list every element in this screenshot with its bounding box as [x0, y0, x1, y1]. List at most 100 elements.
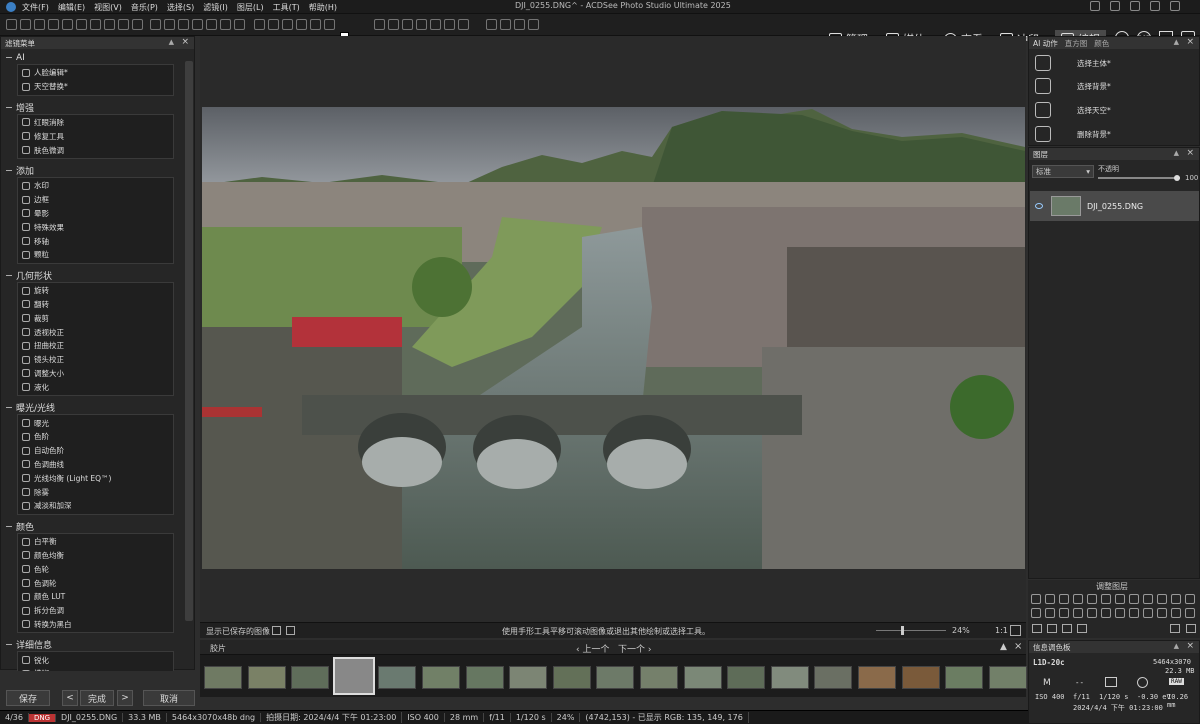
adjustment-layer-icon[interactable]	[1073, 608, 1083, 618]
adjustment-layer-icon[interactable]	[1115, 608, 1125, 618]
adjustment-layer-icon[interactable]	[1185, 594, 1195, 604]
adjustment-layer-icon[interactable]	[1185, 608, 1195, 618]
filter-item[interactable]: 天空替换*	[18, 80, 173, 94]
filter-item[interactable]: 减淡和加深	[18, 499, 173, 513]
filter-item[interactable]: 水印	[18, 179, 173, 193]
ai-select-subject[interactable]: 选择主体*	[1033, 52, 1198, 74]
new-layer-icon[interactable]	[1032, 624, 1042, 633]
pin-icon[interactable]: ▲	[1174, 38, 1179, 46]
filmstrip-thumbnail[interactable]	[858, 666, 896, 689]
actual-size-button[interactable]: 1:1	[995, 626, 1008, 635]
filter-item[interactable]: 颜色均衡	[18, 549, 173, 563]
filmstrip-thumbnail[interactable]	[901, 666, 940, 689]
frame-icon[interactable]	[430, 19, 441, 30]
rectangle-icon[interactable]	[164, 19, 175, 30]
pin-icon[interactable]: ▲	[1174, 149, 1179, 157]
save-button[interactable]: 保存	[6, 690, 50, 706]
account-icon[interactable]	[1090, 1, 1100, 11]
filter-group-header[interactable]: 添加	[4, 164, 184, 177]
circle-icon[interactable]	[178, 19, 189, 30]
adjustment-layer-icon[interactable]	[1143, 608, 1153, 618]
filter-group-header[interactable]: 颜色	[4, 520, 184, 533]
prev-button[interactable]: <	[62, 690, 78, 706]
maximize-icon[interactable]	[1150, 1, 1160, 11]
filter-item[interactable]: 透视校正	[18, 325, 173, 339]
adjustment-layer-icon[interactable]	[1087, 608, 1097, 618]
adjustment-layer-icon[interactable]	[1157, 608, 1167, 618]
filter-item[interactable]: 色调轮	[18, 576, 173, 590]
filmstrip-thumbnail[interactable]	[814, 666, 853, 689]
selection-sub-icon[interactable]	[388, 19, 399, 30]
filmstrip-thumbnail[interactable]	[332, 657, 375, 695]
adjustment-layer-icon[interactable]	[1031, 594, 1041, 604]
filter-item[interactable]: 液化	[18, 380, 173, 394]
pen-icon[interactable]	[220, 19, 231, 30]
eye-icon[interactable]	[1035, 203, 1043, 209]
menu-view[interactable]: 视图(V)	[94, 2, 122, 13]
tab-ai-actions[interactable]: AI 动作	[1033, 38, 1058, 49]
close-icon[interactable]: ×	[1186, 641, 1194, 651]
pin-icon[interactable]: ▲	[1174, 642, 1179, 650]
line-icon[interactable]	[192, 19, 203, 30]
filmstrip-thumbnail[interactable]	[640, 666, 678, 689]
filmstrip-tab[interactable]: 胶片	[210, 643, 226, 654]
filter-item[interactable]: 除雾	[18, 485, 173, 499]
filter-item[interactable]: 转换为黑白	[18, 618, 173, 632]
filter-group-header[interactable]: AI	[4, 51, 184, 64]
adjustment-layer-icon[interactable]	[1059, 594, 1069, 604]
list-icon[interactable]	[1170, 624, 1180, 633]
play-icon[interactable]	[514, 19, 525, 30]
filter-item[interactable]: 颗粒	[18, 248, 173, 262]
shape-icon[interactable]	[234, 19, 245, 30]
show-saved-image-toggle[interactable]: 显示已保存的图像	[206, 626, 270, 637]
close-icon[interactable]: ×	[1186, 148, 1194, 158]
menu-help[interactable]: 帮助(H)	[309, 2, 337, 13]
filter-item[interactable]: 肤色微调	[18, 143, 173, 157]
menu-music[interactable]: 音乐(P)	[131, 2, 158, 13]
filter-item[interactable]: 颜色 LUT	[18, 590, 173, 604]
zoom-slider[interactable]	[876, 626, 946, 635]
adjustment-layer-icon[interactable]	[1059, 608, 1069, 618]
next-button[interactable]: >	[117, 690, 133, 706]
done-button[interactable]: 完成	[80, 690, 114, 706]
filmstrip-thumbnail[interactable]	[465, 666, 504, 689]
fill-icon[interactable]	[296, 19, 307, 30]
filter-item[interactable]: 白平衡	[18, 535, 173, 549]
ai-select-background[interactable]: 选择背景*	[1033, 75, 1198, 97]
filter-group-header[interactable]: 详细信息	[4, 638, 184, 651]
mask-icon[interactable]	[1062, 624, 1072, 633]
photo[interactable]	[202, 107, 1025, 569]
cancel-button[interactable]: 取消	[143, 690, 195, 706]
adjustment-layer-icon[interactable]	[1031, 608, 1041, 618]
adjustment-layer-icon[interactable]	[1045, 594, 1055, 604]
filmstrip-thumbnail[interactable]	[247, 666, 286, 689]
adjustment-layer-icon[interactable]	[1101, 594, 1111, 604]
eyedropper-icon[interactable]	[324, 19, 335, 30]
menu-layer[interactable]: 图层(L)	[237, 2, 264, 13]
app-icon[interactable]	[6, 2, 16, 12]
filmstrip-thumbnail[interactable]	[988, 666, 1027, 689]
record-icon[interactable]	[486, 19, 497, 30]
gear-icon[interactable]	[402, 19, 413, 30]
camera-icon[interactable]	[1077, 624, 1087, 633]
filter-item[interactable]: 旋转	[18, 284, 173, 298]
arrow-icon[interactable]	[206, 19, 217, 30]
move-tool-icon[interactable]	[6, 19, 17, 30]
close-icon[interactable]	[1170, 1, 1180, 11]
adjustment-layer-icon[interactable]	[1101, 608, 1111, 618]
filter-item[interactable]: 自动色阶	[18, 444, 173, 458]
filmstrip-thumbnail[interactable]	[683, 666, 722, 689]
adjustment-layer-icon[interactable]	[1129, 608, 1139, 618]
gradient-icon[interactable]	[282, 19, 293, 30]
filmstrip-thumbnail[interactable]	[378, 666, 417, 689]
filter-item[interactable]: 镜头校正	[18, 353, 173, 367]
filmstrip-thumbnail[interactable]	[727, 666, 766, 689]
zoom-level[interactable]: 24%	[952, 626, 970, 635]
layer-row[interactable]: DJI_0255.DNG	[1030, 191, 1199, 221]
ai-select-icon[interactable]	[458, 19, 469, 30]
pin-icon[interactable]: ▲	[1000, 642, 1007, 652]
adjustment-layer-icon[interactable]	[1171, 608, 1181, 618]
close-icon[interactable]: ×	[1014, 641, 1022, 652]
menu-filter[interactable]: 滤镜(I)	[203, 2, 228, 13]
rect-select-icon[interactable]	[48, 19, 59, 30]
